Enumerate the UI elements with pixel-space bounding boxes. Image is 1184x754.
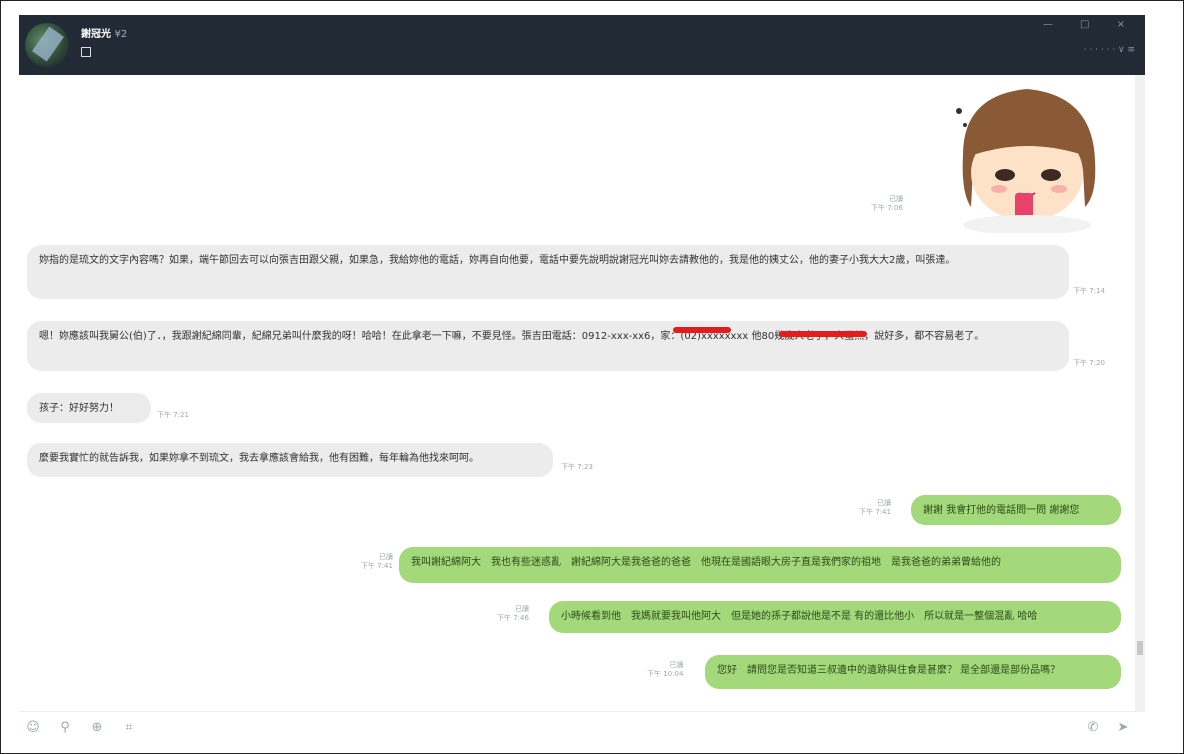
outgoing-meta: 已讀 下午 7:41 [859,499,891,517]
screenshot-icon[interactable]: ⌗ [121,720,137,736]
message-text: 謝謝 我會打他的電話問一問 謝謝您 [923,505,1080,516]
incoming-message[interactable]: 麼要我實忙的就告訴我，如果妳拿不到琉文，我去拿應該會給我，他有困難，每年輪為他找… [27,443,553,477]
outgoing-message[interactable]: 小時候看到他 我媽就要我叫他阿大 但是她的孫子都說他是不是 有的還比他小 所以就… [549,601,1121,633]
outgoing-message[interactable]: 您好 請問您是否知道三叔遺中的遺跡與住食是甚麼？ 是全部還是部份品嗎？ [705,655,1121,689]
send-icon[interactable]: ➤ [1115,720,1131,736]
message-time: 下午 7:21 [157,411,189,419]
header-menu[interactable]: · · · · · · ∨ ≡ [1084,45,1135,55]
girl-sticker [956,89,1096,233]
redaction-mark [673,327,731,333]
title-bar: 謝冠光 ¥2 — □ × · · · · · · ∨ ≡ [19,15,1145,75]
scrollbar-thumb[interactable] [1137,641,1143,655]
outgoing-meta: 已讀 下午 10:04 [647,661,684,679]
sticker-meta: 已讀 下午 7:06 [871,195,903,213]
emoji-icon[interactable]: ☺ [25,720,41,736]
window-controls[interactable]: — □ × [1043,19,1137,30]
message-text: 妳指的是琉文的文字內容嗎？如果，端午節回去可以向張吉田跟父親，如果急，我給妳他的… [39,255,956,266]
outgoing-message[interactable]: 我叫謝紀綿阿大 我也有些迷惑亂 謝紀綿阿大是我爸爸的爸爸 他現在是國語眼大房子直… [399,547,1121,583]
scrollbar[interactable] [1135,75,1145,711]
message-time: 下午 7:20 [1073,359,1105,367]
message-text: 孩子：好好努力！ [39,403,119,414]
incoming-message[interactable]: 妳指的是琉文的文字內容嗎？如果，端午節回去可以向張吉田跟父親，如果急，我給妳他的… [27,245,1069,299]
incoming-message[interactable]: 孩子：好好努力！ [27,393,151,423]
incoming-message[interactable]: 嗯！妳應該叫我舅公(伯)了．，我跟謝紀綿同輩，紀綿兄弟叫什麼我的呀！哈哈！在此拿… [27,321,1069,371]
contact-name: 謝冠光 ¥2 [81,29,128,40]
add-icon[interactable]: ⊕ [89,720,105,736]
outgoing-message[interactable]: 謝謝 我會打他的電話問一問 謝謝您 [911,495,1121,525]
outgoing-meta: 已讀 下午 7:41 [361,553,393,571]
attach-icon[interactable]: ⚲ [57,720,73,736]
message-text: 小時候看到他 我媽就要我叫他阿大 但是她的孫子都說他是不是 有的還比他小 所以就… [561,611,1038,622]
contact-avatar[interactable] [25,23,69,67]
notes-icon[interactable] [81,47,91,57]
redaction-mark [779,331,867,337]
message-text: 麼要我實忙的就告訴我，如果妳拿不到琉文，我去拿應該會給我，他有困難，每年輪為他找… [39,453,479,464]
call-icon[interactable]: ✆ [1085,720,1101,736]
message-time: 下午 7:14 [1073,287,1105,295]
message-time: 下午 7:23 [561,463,593,471]
message-text: 我叫謝紀綿阿大 我也有些迷惑亂 謝紀綿阿大是我爸爸的爸爸 他現在是國語眼大房子直… [411,557,1001,568]
outgoing-meta: 已讀 下午 7:46 [497,605,529,623]
message-text: 您好 請問您是否知道三叔遺中的遺跡與住食是甚麼？ 是全部還是部份品嗎？ [717,665,1061,676]
composer-toolbar: ☺ ⚲ ⊕ ⌗ ✆ ➤ [19,711,1145,746]
app-window: 謝冠光 ¥2 — □ × · · · · · · ∨ ≡ 已讀 下午 7:06 妳… [0,0,1184,754]
